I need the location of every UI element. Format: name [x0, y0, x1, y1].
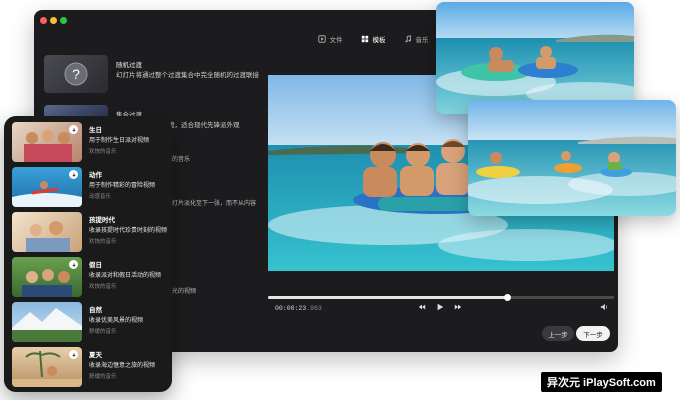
- volume-icon[interactable]: [600, 303, 608, 313]
- time-ms: .963: [306, 305, 322, 312]
- photo-card-top: [436, 2, 634, 114]
- document-icon: [317, 35, 326, 43]
- tab-files[interactable]: 文件: [317, 28, 343, 50]
- random-icon: ?: [64, 62, 88, 86]
- partial-text: 光的视频: [172, 289, 197, 295]
- template-music: 欢快的音乐: [89, 239, 117, 245]
- template-thumbnail: [12, 302, 82, 342]
- minimize-window-button[interactable]: [50, 17, 57, 24]
- play-icon: [437, 303, 444, 311]
- template-thumbnail: ?: [44, 55, 108, 93]
- photo-image: [468, 100, 676, 216]
- template-title: 自然: [89, 307, 102, 314]
- template-music: 动感音乐: [89, 194, 112, 200]
- template-title: 孩提时代: [89, 217, 115, 224]
- template-item[interactable]: 假日 收录派对和假日活动的视频 欢快的音乐: [12, 257, 168, 297]
- template-desc: 收录海边惬意之旅的视频: [89, 363, 156, 369]
- time-main: 00:00:23: [275, 305, 307, 312]
- tab-files-label: 文件: [329, 37, 343, 44]
- template-title: 夏天: [89, 352, 102, 359]
- template-thumbnail: [12, 212, 82, 252]
- download-icon[interactable]: [69, 170, 78, 179]
- tab-templates[interactable]: 模板: [361, 28, 386, 50]
- template-desc: 收录派对和假日活动的视频: [89, 273, 162, 279]
- template-music: 欢快的音乐: [89, 149, 117, 155]
- template-item[interactable]: 孩提时代 收录孩提时代珍贵时刻的视频 欢快的音乐: [12, 212, 168, 252]
- partial-text: 的音乐: [172, 157, 191, 163]
- site-watermark: 异次元 iPlaySoft.com: [541, 372, 662, 392]
- photo-image: [436, 2, 634, 114]
- play-button[interactable]: [436, 303, 444, 313]
- svg-text:?: ?: [72, 66, 80, 82]
- template-music: 舒缓的音乐: [89, 329, 117, 335]
- mobile-template-panel: 生日 用于制作生日派对视频 欢快的音乐 动作 用于制作精彩的冒险视频 动感音乐 …: [4, 116, 172, 392]
- template-item[interactable]: ? 随机过渡 幻灯片将通过整个过渡集合中完全随机的过渡联接: [44, 55, 274, 99]
- template-thumbnail: [12, 347, 82, 387]
- fast-forward-icon[interactable]: [454, 303, 462, 313]
- template-title: 假日: [89, 262, 102, 269]
- template-desc: 用于制作生日派对视频: [89, 138, 150, 144]
- template-music: 舒缓的音乐: [89, 374, 117, 380]
- progress-fill: [268, 296, 507, 299]
- next-step-button[interactable]: 下一步: [576, 326, 610, 341]
- download-icon[interactable]: [69, 260, 78, 269]
- template-item[interactable]: 自然 收录优美风景的视频 舒缓的音乐: [12, 302, 168, 342]
- template-title: 随机过渡: [116, 62, 142, 69]
- tab-templates-label: 模板: [372, 37, 386, 44]
- progress-bar[interactable]: [268, 294, 614, 301]
- photo-card-right: [468, 100, 676, 216]
- music-icon: [404, 35, 411, 43]
- template-desc: 收录优美风景的视频: [89, 318, 144, 324]
- template-thumbnail: [12, 257, 82, 297]
- rewind-icon[interactable]: [418, 303, 426, 313]
- tab-music-label: 音乐: [415, 37, 429, 44]
- tab-music[interactable]: 音乐: [404, 28, 429, 50]
- template-desc: 收录孩提时代珍贵时刻的视频: [89, 228, 168, 234]
- template-music: 欢快的音乐: [89, 284, 117, 290]
- template-thumbnail: [12, 122, 82, 162]
- download-icon[interactable]: [69, 125, 78, 134]
- template-item[interactable]: 动作 用于制作精彩的冒险视频 动感音乐: [12, 167, 168, 207]
- partial-text: 灯片淡化至下一张，而不从内容: [172, 201, 257, 207]
- close-window-button[interactable]: [40, 17, 47, 24]
- template-desc: 用于制作精彩的冒险视频: [89, 183, 156, 189]
- template-item[interactable]: 生日 用于制作生日派对视频 欢快的音乐: [12, 122, 168, 162]
- grid-icon: [361, 35, 368, 43]
- time-readout: 00:00:23.963: [275, 305, 322, 312]
- template-title: 生日: [89, 127, 102, 134]
- template-title: 动作: [89, 172, 102, 179]
- download-icon[interactable]: [69, 350, 78, 359]
- template-desc: 幻灯片将通过整个过渡集合中完全随机的过渡联接: [116, 72, 259, 79]
- progress-knob[interactable]: [503, 294, 511, 301]
- prev-step-button[interactable]: 上一步: [542, 326, 574, 341]
- template-thumbnail: [12, 167, 82, 207]
- template-item[interactable]: 夏天 收录海边惬意之旅的视频 舒缓的音乐: [12, 347, 168, 387]
- zoom-window-button[interactable]: [60, 17, 67, 24]
